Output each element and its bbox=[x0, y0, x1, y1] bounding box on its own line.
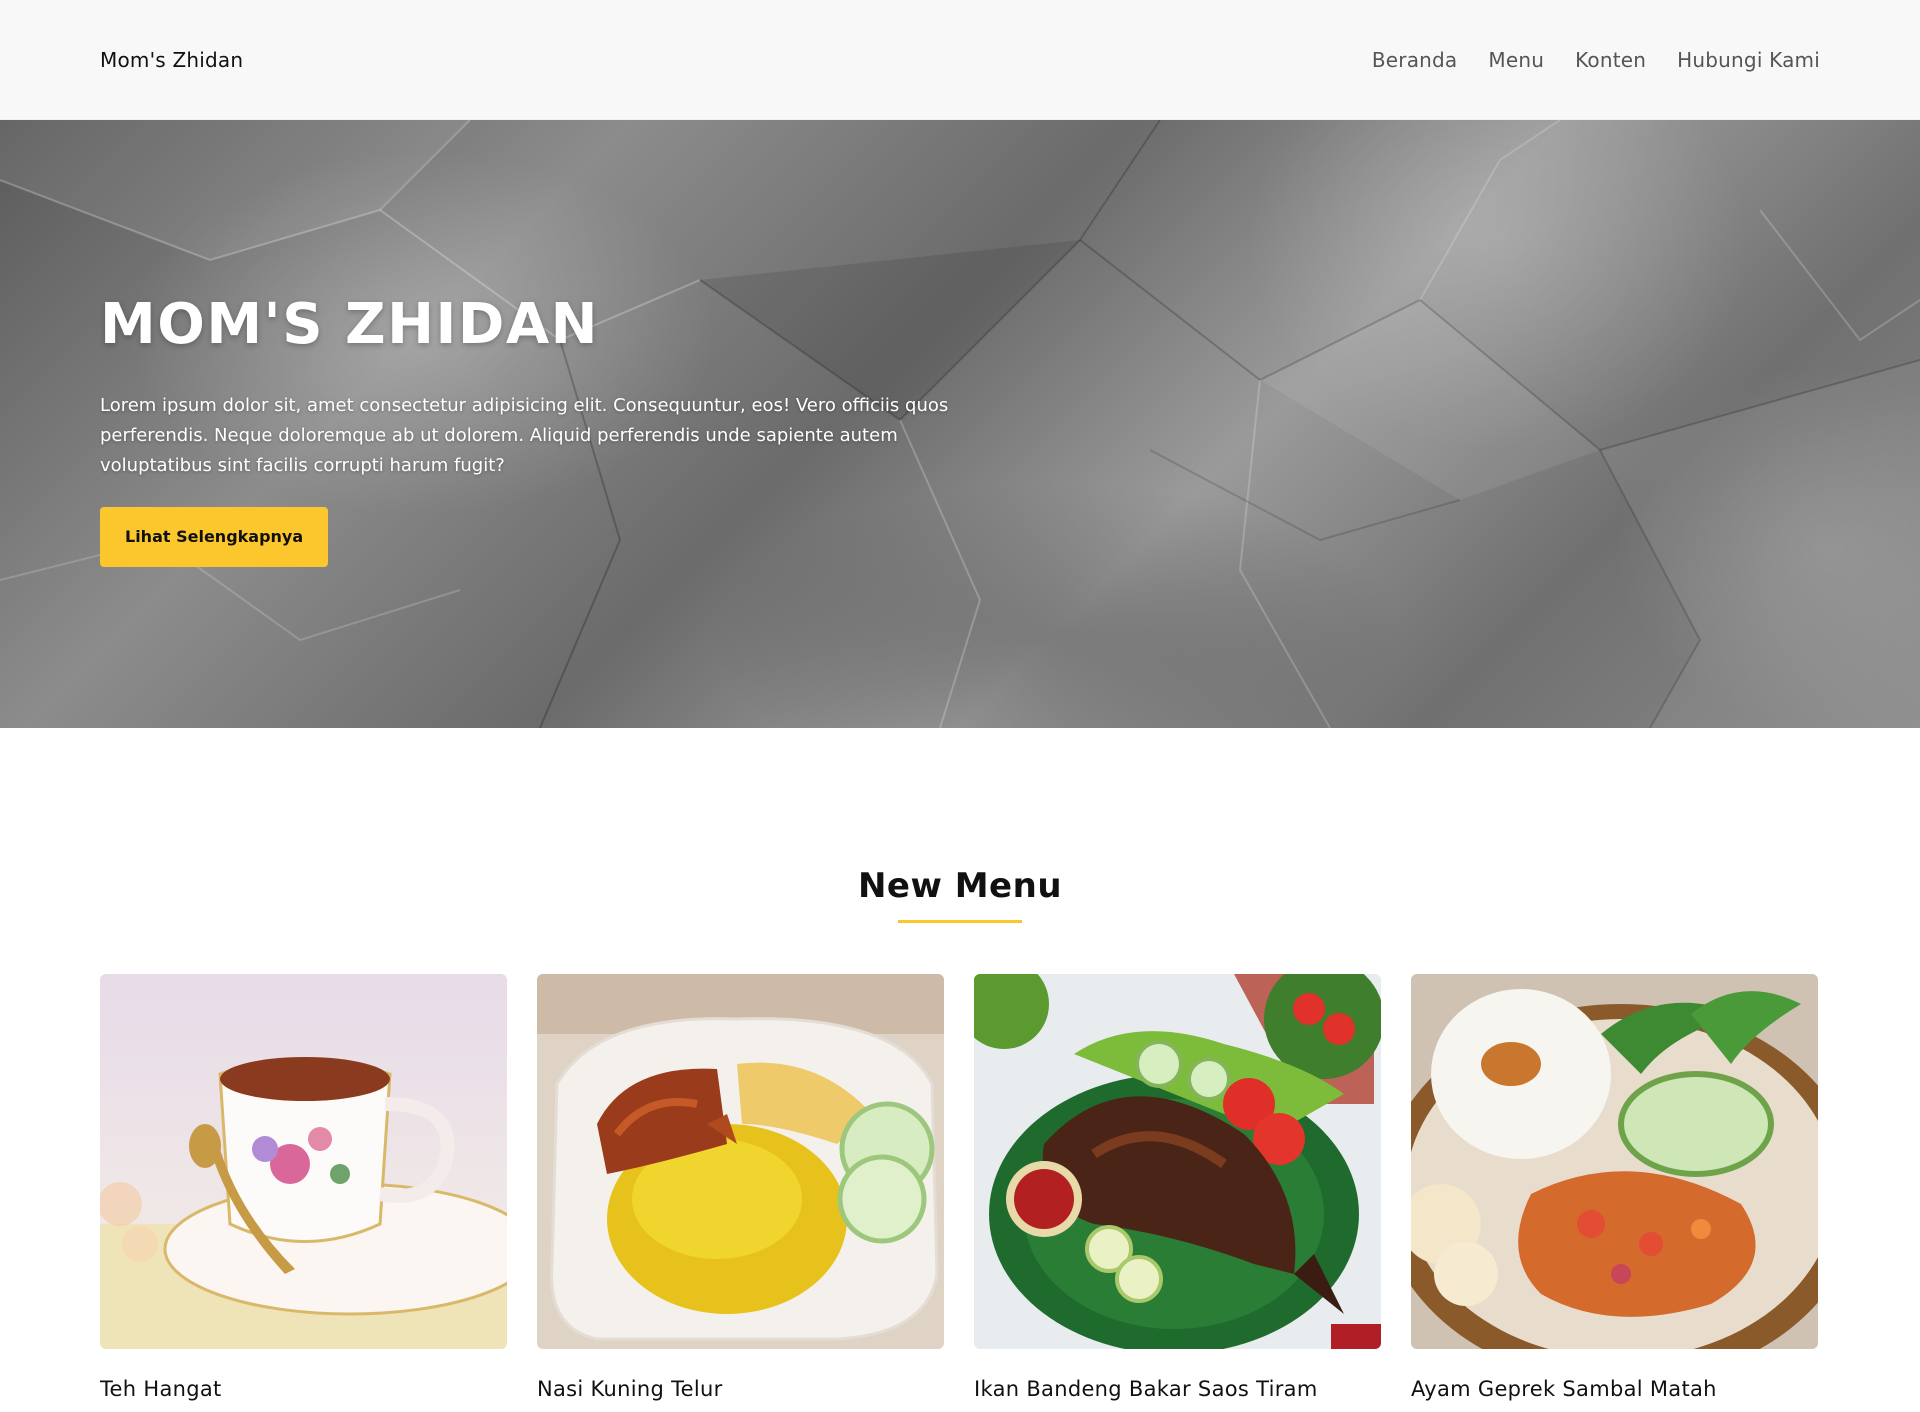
main-nav: Beranda Menu Konten Hubungi Kami bbox=[1372, 48, 1820, 72]
brand-logo-link[interactable]: Mom's Zhidan bbox=[100, 48, 243, 72]
menu-card-list: Teh Hangat Nasi Kuning Telur Ikan Banden… bbox=[100, 974, 1820, 1401]
hero-banner: MOM'S ZHIDAN Lorem ipsum dolor sit, amet… bbox=[0, 120, 1920, 728]
menu-card-nasi-kuning-telur[interactable]: Nasi Kuning Telur bbox=[537, 974, 944, 1401]
menu-card-ayam-geprek-sambal-matah[interactable]: Ayam Geprek Sambal Matah bbox=[1411, 974, 1818, 1401]
hero-description: Lorem ipsum dolor sit, amet consectetur … bbox=[100, 395, 949, 476]
tea-cup-image bbox=[100, 974, 507, 1349]
see-more-button[interactable]: Lihat Selengkapnya bbox=[100, 507, 329, 567]
menu-item-name: Teh Hangat bbox=[100, 1377, 222, 1401]
nav-link-konten[interactable]: Konten bbox=[1575, 48, 1646, 72]
menu-card-teh-hangat[interactable]: Teh Hangat bbox=[100, 974, 507, 1401]
navbar: Mom's Zhidan Beranda Menu Konten Hubungi… bbox=[0, 0, 1920, 120]
menu-item-name: Ayam Geprek Sambal Matah bbox=[1411, 1377, 1717, 1401]
grilled-fish-image bbox=[974, 974, 1381, 1349]
new-menu-heading: New Menu bbox=[857, 866, 1063, 906]
hero-title: MOM'S ZHIDAN bbox=[100, 292, 600, 357]
yellow-rice-image bbox=[537, 974, 944, 1349]
nav-link-hubungi-kami[interactable]: Hubungi Kami bbox=[1677, 48, 1820, 72]
hero-content: MOM'S ZHIDAN Lorem ipsum dolor sit, amet… bbox=[100, 292, 980, 567]
nav-link-menu[interactable]: Menu bbox=[1488, 48, 1544, 72]
chicken-sambal-image bbox=[1411, 974, 1818, 1349]
menu-item-name: Nasi Kuning Telur bbox=[537, 1377, 723, 1401]
nav-link-beranda[interactable]: Beranda bbox=[1372, 48, 1458, 72]
menu-item-name: Ikan Bandeng Bakar Saos Tiram bbox=[974, 1377, 1318, 1401]
heading-underline bbox=[898, 920, 1022, 923]
menu-card-ikan-bandeng-bakar[interactable]: Ikan Bandeng Bakar Saos Tiram bbox=[974, 974, 1381, 1401]
